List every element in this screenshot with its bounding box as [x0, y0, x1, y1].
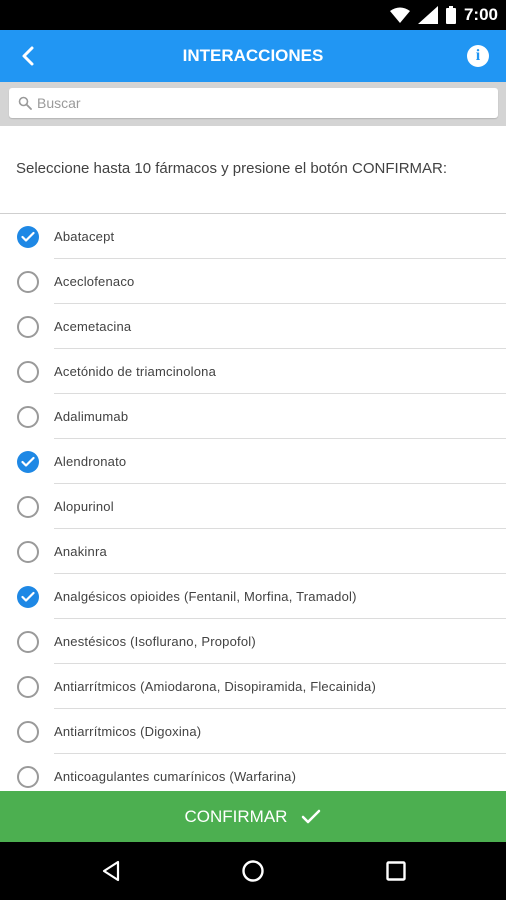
search-bar — [0, 82, 506, 126]
confirm-button[interactable]: CONFIRMAR — [0, 791, 506, 842]
back-button[interactable] — [14, 42, 42, 70]
battery-icon — [445, 6, 456, 24]
list-item[interactable]: Anakinra — [0, 529, 506, 574]
list-item-label: Abatacept — [54, 229, 115, 244]
list-item[interactable]: Alopurinol — [0, 484, 506, 529]
list-item[interactable]: Acetónido de triamcinolona — [0, 349, 506, 394]
status-time: 7:00 — [463, 5, 498, 24]
list-item-label: Alendronato — [54, 454, 127, 469]
list-item-label: Antiarrítmicos (Amiodarona, Disopiramida… — [54, 679, 376, 694]
navigation-bar — [0, 842, 506, 900]
checkbox-unchecked-icon[interactable] — [17, 766, 39, 788]
instruction-text: Seleccione hasta 10 fármacos y presione … — [16, 160, 448, 177]
confirm-label: CONFIRMAR — [184, 806, 288, 826]
checkbox-checked-icon[interactable] — [17, 586, 39, 608]
checkbox-unchecked-icon[interactable] — [17, 271, 39, 293]
checkbox-unchecked-icon[interactable] — [17, 541, 39, 563]
list-item[interactable]: Antiarrítmicos (Digoxina) — [0, 709, 506, 754]
checkbox-unchecked-icon[interactable] — [17, 676, 39, 698]
list-item-label: Acetónido de triamcinolona — [54, 364, 217, 379]
checkbox-unchecked-icon[interactable] — [17, 316, 39, 338]
nav-home-icon[interactable] — [241, 859, 265, 883]
checkbox-checked-icon[interactable] — [17, 226, 39, 248]
list-item-label: Alopurinol — [54, 499, 114, 514]
arrow-back-icon — [22, 46, 34, 66]
list-item[interactable]: Anestésicos (Isoflurano, Propofol) — [0, 619, 506, 664]
page-title: INTERACCIONES — [182, 46, 324, 65]
drug-list: Abatacept Aceclofenaco Acemetacina Acetónid… — [0, 213, 506, 792]
list-item-label: Acemetacina — [54, 319, 132, 334]
checkbox-checked-icon[interactable] — [17, 451, 39, 473]
list-item-label: Anticoagulantes cumarínicos (Warfarina) — [54, 769, 297, 784]
checkbox-unchecked-icon[interactable] — [17, 496, 39, 518]
list-item[interactable]: Alendronato — [0, 439, 506, 484]
list-item[interactable]: Acemetacina — [0, 304, 506, 349]
list-item[interactable]: Abatacept — [0, 214, 506, 259]
nav-recents-icon[interactable] — [384, 859, 408, 883]
status-icons: 7:00 — [389, 0, 498, 30]
list-item-label: Aceclofenaco — [54, 274, 135, 289]
wifi-icon — [389, 7, 410, 23]
search-box[interactable] — [9, 88, 498, 118]
list-item-label: Analgésicos opioides (Fentanil, Morfina,… — [54, 589, 357, 604]
list-item[interactable]: Antiarrítmicos (Amiodarona, Disopiramida… — [0, 664, 506, 709]
list-item[interactable]: Analgésicos opioides (Fentanil, Morfina,… — [0, 574, 506, 619]
nav-back-icon[interactable] — [99, 859, 123, 883]
list-item-label: Adalimumab — [54, 409, 129, 424]
info-icon: i — [475, 47, 481, 64]
checkbox-unchecked-icon[interactable] — [17, 406, 39, 428]
list-item-label: Anestésicos (Isoflurano, Propofol) — [54, 634, 256, 649]
list-item[interactable]: Aceclofenaco — [0, 259, 506, 304]
checkbox-unchecked-icon[interactable] — [17, 361, 39, 383]
list-item-label: Anakinra — [54, 544, 107, 559]
list-item[interactable]: Adalimumab — [0, 394, 506, 439]
lte-signal-icon — [417, 6, 438, 24]
search-input[interactable] — [37, 88, 477, 118]
check-icon — [302, 809, 321, 823]
search-icon — [18, 96, 32, 110]
status-bar: 7:00 — [0, 0, 506, 30]
checkbox-unchecked-icon[interactable] — [17, 631, 39, 653]
list-item-label: Antiarrítmicos (Digoxina) — [54, 724, 202, 739]
list-item[interactable]: Anticoagulantes cumarínicos (Warfarina) — [0, 754, 506, 792]
checkbox-unchecked-icon[interactable] — [17, 721, 39, 743]
info-button[interactable]: i — [467, 45, 489, 67]
app-bar: INTERACCIONES i — [0, 30, 506, 82]
